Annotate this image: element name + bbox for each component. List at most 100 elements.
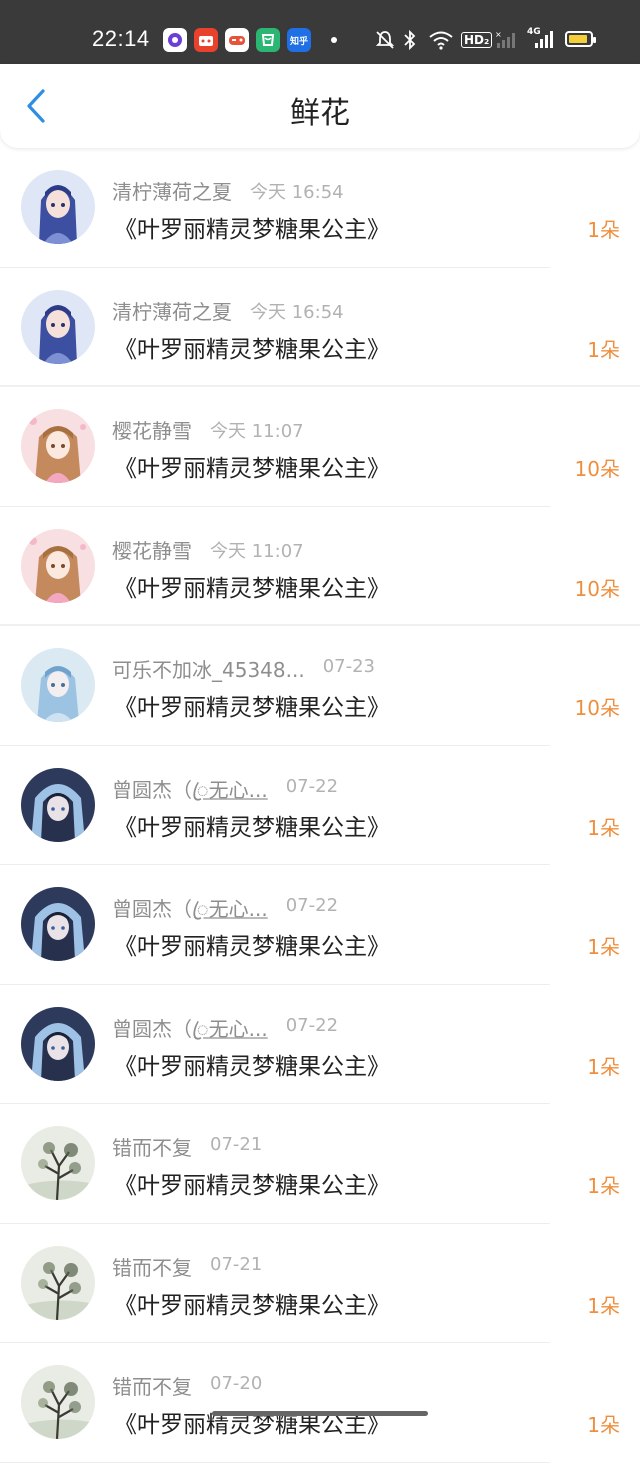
avatar[interactable] [21,887,95,961]
list-item[interactable]: 错而不复 07-21 《叶罗丽精灵梦糖果公主》 1朵 [0,1224,640,1343]
avatar[interactable] [21,289,95,364]
flower-count: 1朵 [587,935,620,959]
list-item[interactable]: 清柠薄荷之夏 今天 16:54 《叶罗丽精灵梦糖果公主》 1朵 [0,148,640,268]
avatar[interactable] [21,767,95,842]
anime-avatar-blue-girl [21,170,95,244]
flower-count: 1朵 [587,1054,620,1079]
shopping-app-icon [256,28,280,52]
game-app-icon [225,28,249,52]
sender-name-text: 曾圆杰（ [112,897,192,921]
divider [0,1461,550,1463]
svg-text:×: × [495,30,502,39]
hd-label: HD₂ [461,32,493,48]
book-title: 《叶罗丽精灵梦糖果公主》 [114,217,390,243]
book-title: 《叶罗丽精灵梦糖果公主》 [114,814,390,841]
page-title: 鲜花 [290,96,350,131]
wifi-icon [428,27,454,53]
bluetooth-icon [402,27,418,53]
list-item[interactable]: 错而不复 07-21 《叶罗丽精灵梦糖果公主》 1朵 [0,1104,640,1224]
book-title: 《叶罗丽精灵梦糖果公主》 [114,1053,390,1080]
avatar[interactable] [21,1006,95,1081]
list-item[interactable]: 曾圆杰（ꦿ无心... 07-22 《叶罗丽精灵梦糖果公主》 1朵 [0,746,640,865]
avatar[interactable] [21,1245,95,1320]
flower-count: 10朵 [574,576,620,601]
sender-name-text: 清柠薄荷之夏 [112,180,232,204]
sender-name[interactable]: 错而不复 [112,1252,192,1281]
sender-name[interactable]: 错而不复 [112,1371,192,1400]
anime-avatar-blue-girl [21,289,95,364]
ink-tree-avatar [21,1126,95,1200]
avatar[interactable] [21,409,95,483]
send-date: 07-23 [322,656,376,677]
flower-count: 1朵 [587,218,620,242]
sender-name-tail: ꦿ无心... [192,777,268,802]
flower-count: 10朵 [574,457,620,481]
list-item[interactable]: 错而不复 07-20 《叶罗丽精灵梦糖果公主》 1朵 [0,1343,640,1463]
list-item[interactable]: 曾圆杰（ꦿ无心... 07-22 《叶罗丽精灵梦糖果公主》 1朵 [0,985,640,1104]
sender-name-text: 可乐不加冰_45348... [112,658,305,682]
send-date: 今天 11:07 [210,540,304,562]
send-date: 07-21 [210,1253,263,1275]
flower-count: 10朵 [574,696,620,720]
sender-name[interactable]: 可乐不加冰_45348... [112,654,305,683]
book-title: 《叶罗丽精灵梦糖果公主》 [114,1292,390,1319]
sender-name[interactable]: 樱花静雪 [112,415,192,444]
send-date: 今天 16:54 [250,301,344,323]
hd-icon: HD₂ [461,27,493,53]
battery-icon [565,31,596,47]
anime-avatar-hooded-boy [21,887,95,961]
send-date: 07-22 [285,1014,339,1036]
book-title: 《叶罗丽精灵梦糖果公主》 [114,456,390,482]
home-indicator[interactable] [212,1411,428,1416]
send-date: 今天 16:54 [250,182,344,203]
list-item[interactable]: 曾圆杰（ꦿ无心... 07-22 《叶罗丽精灵梦糖果公主》 1朵 [0,865,640,985]
network-label: 4G [527,27,541,37]
status-bar: 22:14 知乎 HD₂ × 4G [0,0,640,64]
avatar[interactable] [21,648,95,722]
ink-tree-avatar [21,1365,95,1439]
sender-name-tail: ꦿ无心... [192,897,268,921]
status-time: 22:14 [92,26,150,51]
sender-name-text: 樱花静雪 [112,419,192,443]
sender-name[interactable]: 错而不复 [112,1132,192,1161]
list-item[interactable]: 樱花静雪 今天 11:07 《叶罗丽精灵梦糖果公主》 10朵 [0,507,640,626]
send-date: 今天 11:07 [210,421,304,442]
avatar[interactable] [21,1365,95,1439]
list-item[interactable]: 清柠薄荷之夏 今天 16:54 《叶罗丽精灵梦糖果公主》 1朵 [0,268,640,387]
notification-dot [331,37,337,43]
music-app-icon [163,28,187,52]
book-title: 《叶罗丽精灵梦糖果公主》 [114,1173,390,1199]
sender-name-text: 曾圆杰（ [112,777,192,802]
zhihu-app-icon: 知乎 [287,28,311,52]
mute-icon [374,27,396,53]
sender-name-tail: ꦿ无心... [192,1016,268,1041]
send-date: 07-22 [285,895,339,916]
list-item[interactable]: 可乐不加冰_45348... 07-23 《叶罗丽精灵梦糖果公主》 10朵 [0,626,640,746]
sender-name-text: 清柠薄荷之夏 [112,299,232,324]
sender-name-text: 错而不复 [112,1375,192,1399]
sender-name-text: 错而不复 [112,1136,192,1160]
flower-record-list: 清柠薄荷之夏 今天 16:54 《叶罗丽精灵梦糖果公主》 1朵 清柠薄荷之夏 今… [0,148,640,1463]
list-item[interactable]: 樱花静雪 今天 11:07 《叶罗丽精灵梦糖果公主》 10朵 [0,387,640,507]
anime-avatar-pink-girl [21,409,95,483]
anime-avatar-hooded-boy [21,767,95,842]
page-header: 鲜花 [0,64,640,148]
flower-count: 1朵 [587,815,620,840]
flower-count: 1朵 [587,337,620,362]
sender-name[interactable]: 清柠薄荷之夏 [112,296,232,325]
sender-name[interactable]: 清柠薄荷之夏 [112,176,232,205]
anime-avatar-pink-girl [21,528,95,603]
ink-tree-avatar [21,1245,95,1320]
sender-name-text: 曾圆杰（ [112,1016,192,1041]
book-title: 《叶罗丽精灵梦糖果公主》 [114,934,390,960]
signal-4g-icon: 4G [527,27,557,53]
sender-name-text: 樱花静雪 [112,538,192,563]
video-app-icon [194,28,218,52]
avatar[interactable] [21,528,95,603]
book-title: 《叶罗丽精灵梦糖果公主》 [114,336,390,363]
sender-name[interactable]: 樱花静雪 [112,535,192,564]
avatar[interactable] [21,170,95,244]
anime-avatar-light-blue [21,648,95,722]
avatar[interactable] [21,1126,95,1200]
sender-name-text: 错而不复 [112,1255,192,1280]
